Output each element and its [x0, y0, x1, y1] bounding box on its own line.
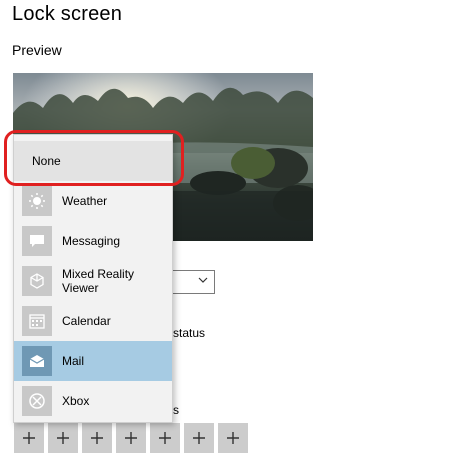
add-quick-status-button[interactable]	[150, 423, 180, 453]
plus-icon	[227, 432, 239, 444]
menu-item-label: Calendar	[62, 314, 111, 328]
mail-icon	[22, 346, 52, 376]
add-quick-status-button[interactable]	[116, 423, 146, 453]
menu-item-mixed-reality-viewer[interactable]: Mixed Reality Viewer	[14, 261, 172, 301]
menu-item-label: Mail	[62, 354, 85, 368]
menu-item-label: Xbox	[62, 394, 90, 408]
xbox-icon	[22, 386, 52, 416]
add-quick-status-button[interactable]	[48, 423, 78, 453]
plus-icon	[91, 432, 103, 444]
menu-item-label: Messaging	[62, 234, 121, 248]
status-text-fragment: status	[173, 326, 206, 340]
app-select-dropdown[interactable]	[170, 270, 215, 294]
add-quick-status-button[interactable]	[14, 423, 44, 453]
calendar-icon	[22, 306, 52, 336]
weather-icon	[22, 186, 52, 216]
menu-item-xbox[interactable]: Xbox	[14, 381, 172, 421]
plus-icon	[57, 432, 69, 444]
annotation-highlight-box	[4, 130, 184, 186]
menu-item-mail[interactable]: Mail	[14, 341, 172, 381]
menu-item-label: Mixed Reality Viewer	[62, 267, 135, 295]
label-text-fragment: s	[173, 403, 179, 417]
plus-icon	[125, 432, 137, 444]
plus-icon	[159, 432, 171, 444]
chevron-down-icon	[198, 277, 208, 283]
menu-item-label: Weather	[62, 194, 108, 208]
plus-icon	[23, 432, 35, 444]
messaging-icon	[22, 226, 52, 256]
page-title: Lock screen	[12, 3, 123, 25]
quick-status-slots	[14, 423, 248, 453]
plus-icon	[193, 432, 205, 444]
preview-label: Preview	[12, 42, 62, 58]
add-quick-status-button[interactable]	[184, 423, 214, 453]
add-quick-status-button[interactable]	[82, 423, 112, 453]
menu-item-weather[interactable]: Weather	[14, 181, 172, 221]
add-quick-status-button[interactable]	[218, 423, 248, 453]
mixed-reality-icon	[22, 266, 52, 296]
menu-item-messaging[interactable]: Messaging	[14, 221, 172, 261]
menu-item-calendar[interactable]: Calendar	[14, 301, 172, 341]
